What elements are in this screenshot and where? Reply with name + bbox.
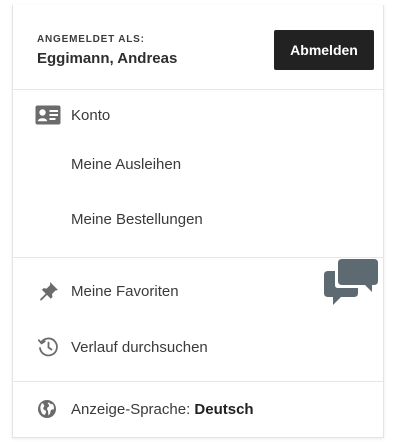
menu-item-favoriten-label: Meine Favoriten (71, 282, 179, 300)
menu-item-bestellungen[interactable]: Meine Bestellungen (13, 199, 383, 239)
menu-item-verlauf[interactable]: Verlauf durchsuchen (13, 327, 383, 367)
account-section: Konto Meine Ausleihen Meine Bestellungen (13, 89, 383, 258)
logout-button[interactable]: Abmelden (274, 30, 374, 70)
menu-item-ausleihen-label: Meine Ausleihen (71, 155, 182, 173)
menu-item-ausleihen[interactable]: Meine Ausleihen (13, 144, 383, 184)
menu-item-verlauf-label: Verlauf durchsuchen (71, 338, 208, 356)
language-section: Anzeige-Sprache: Deutsch (13, 381, 383, 437)
user-menu-panel: ANGEMELDET ALS: Eggimann, Andreas Abmeld… (12, 5, 384, 438)
language-label-wrap: Anzeige-Sprache: Deutsch (71, 401, 254, 418)
user-header: ANGEMELDET ALS: Eggimann, Andreas Abmeld… (13, 5, 383, 90)
user-name: Eggimann, Andreas (37, 50, 178, 67)
history-icon (37, 336, 59, 358)
signed-in-label: ANGEMELDET ALS: (37, 34, 145, 45)
menu-item-konto-label: Konto (71, 106, 111, 124)
language-value: Deutsch (194, 400, 254, 418)
menu-item-konto[interactable]: Konto (13, 95, 383, 135)
globe-icon (37, 399, 57, 419)
language-label: Anzeige-Sprache: (71, 400, 195, 418)
language-selector[interactable]: Anzeige-Sprache: Deutsch (13, 389, 383, 429)
chat-bubbles-icon (322, 259, 380, 311)
id-card-icon (35, 105, 61, 125)
menu-item-bestellungen-label: Meine Bestellungen (71, 210, 203, 228)
chat-button[interactable] (322, 255, 380, 307)
pin-icon (39, 281, 59, 301)
